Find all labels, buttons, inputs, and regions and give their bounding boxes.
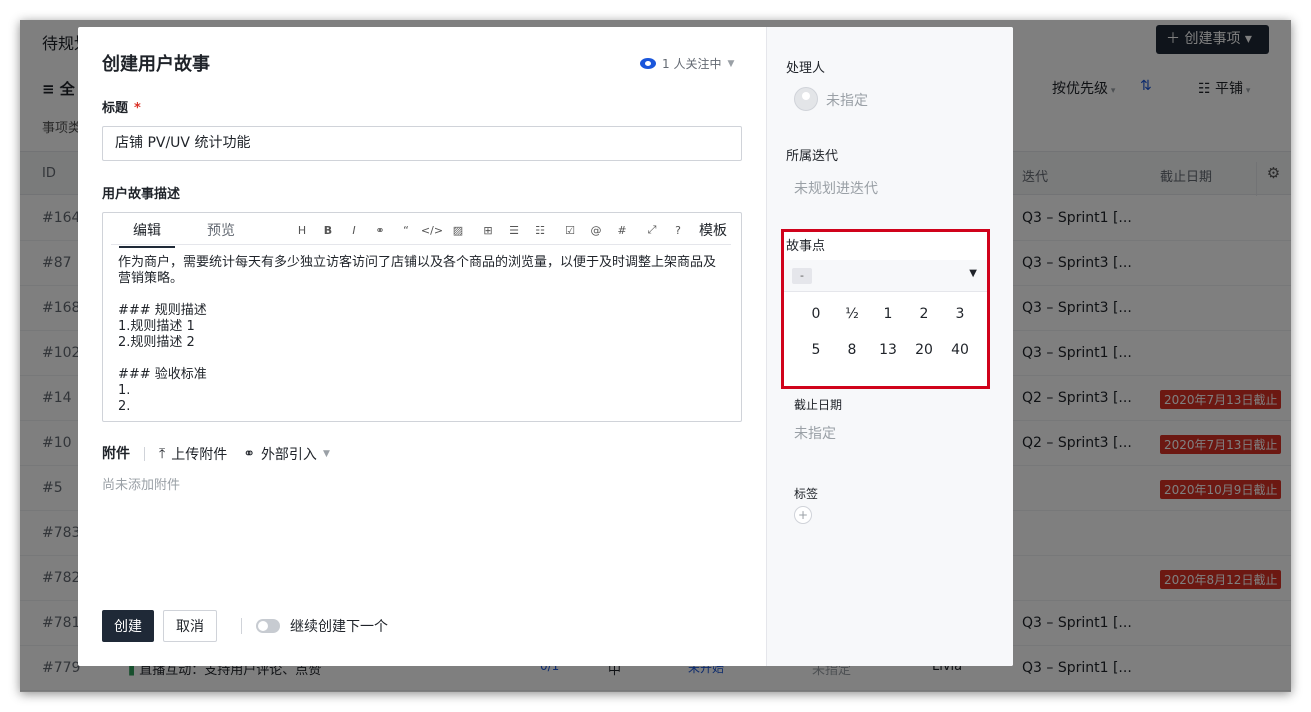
link-icon: ⚭ <box>243 446 255 462</box>
assignee-label: 处理人 <box>786 61 826 76</box>
modal-main: 创建用户故事 1 人关注中 ▼ 标题 * 店铺 PV/UV 统计功能 用户故事描述… <box>78 27 766 666</box>
editor-toolbar: H B I ⚭ “ </> ▨ ⊞ ☰ ☷ ☑ @ # ⤢ ? 模板 <box>289 221 727 239</box>
markdown-editor[interactable]: 编辑 预览 H B I ⚭ “ </> ▨ ⊞ ☰ ☷ ☑ @ # ⤢ ? 模板… <box>102 212 742 422</box>
story-point-option[interactable]: 40 <box>942 340 978 360</box>
editor-line: 1.规则描述 1 <box>118 319 195 334</box>
app-window: 待规划 ＋ 创建事项 ▾ ≡ 全 事项类 按优先级 ▾ ⇅ ☷ 平铺 ▾ ID … <box>20 20 1291 692</box>
template-button[interactable]: 模板 <box>699 220 727 240</box>
due-date-value[interactable]: 未指定 <box>794 423 836 443</box>
mention-icon[interactable]: @ <box>583 224 609 237</box>
caret-down-icon: ▼ <box>969 268 977 279</box>
watchers-dropdown[interactable]: 1 人关注中 ▼ <box>640 55 734 72</box>
story-points-label: 故事点 <box>786 239 826 254</box>
editor-line: 2.规则描述 2 <box>118 335 195 350</box>
story-point-option[interactable]: ½ <box>834 304 870 324</box>
due-date-label: 截止日期 <box>794 398 843 412</box>
story-point-option[interactable]: 5 <box>798 340 834 360</box>
bold-icon[interactable]: B <box>315 224 341 237</box>
editor-line: ### 验收标准 <box>118 367 207 382</box>
story-point-option[interactable]: 13 <box>870 340 906 360</box>
modal-title: 创建用户故事 <box>102 54 210 75</box>
editor-line: ### 规则描述 <box>118 303 207 318</box>
modal-footer: 创建 取消 继续创建下一个 <box>102 610 388 642</box>
assignee-value[interactable]: 未指定 <box>826 90 868 110</box>
bullet-list-icon[interactable]: ☷ <box>527 224 553 237</box>
editor-line: 1. <box>118 383 131 398</box>
ordered-list-icon[interactable]: ☰ <box>501 224 527 237</box>
description-label: 用户故事描述 <box>102 187 181 202</box>
table-icon[interactable]: ⊞ <box>475 224 501 237</box>
chevron-down-icon: ▼ <box>322 449 330 459</box>
story-point-option[interactable]: 3 <box>942 304 978 324</box>
story-point-option[interactable]: 2 <box>906 304 942 324</box>
continue-create-toggle[interactable] <box>256 619 280 633</box>
tab-preview[interactable]: 预览 <box>207 220 235 240</box>
upload-icon: ⤒ <box>159 446 166 462</box>
eye-icon <box>640 58 656 69</box>
editor-line: 作为商户，需要统计每天有多少独立访客访问了店铺以及各个商品的浏览量，以便于及时调… <box>118 255 717 286</box>
external-import-dropdown[interactable]: ⚭ 外部引入 ▼ <box>243 444 330 464</box>
modal-sidebar: 处理人 未指定 所属迭代 未规划进迭代 故事点 - ▼ 0 ½ 1 2 3 5 8 13 20 4… <box>766 27 1013 666</box>
title-label-text: 标题 <box>102 101 129 116</box>
chevron-down-icon: ▼ <box>727 58 735 69</box>
cancel-button[interactable]: 取消 <box>163 610 217 642</box>
editor-line: 2. <box>118 399 131 414</box>
create-button[interactable]: 创建 <box>102 610 154 642</box>
editor-content[interactable]: 作为商户，需要统计每天有多少独立访客访问了店铺以及各个商品的浏览量，以便于及时调… <box>118 255 728 415</box>
story-point-option[interactable]: 0 <box>798 304 834 324</box>
heading-icon[interactable]: H <box>289 224 315 237</box>
attachments-empty: 尚未添加附件 <box>102 478 181 493</box>
required-mark: * <box>134 101 141 116</box>
code-icon[interactable]: </> <box>419 224 445 237</box>
divider <box>241 618 242 634</box>
tags-label: 标签 <box>794 487 819 501</box>
quote-icon[interactable]: “ <box>393 224 419 237</box>
upload-attachment-button[interactable]: ⤒ 上传附件 <box>159 444 227 464</box>
help-icon[interactable]: ? <box>665 224 691 237</box>
italic-icon[interactable]: I <box>341 224 367 237</box>
task-list-icon[interactable]: ☑ <box>557 224 583 237</box>
title-label: 标题 * <box>102 97 141 116</box>
attachments-label: 附件 <box>102 447 145 461</box>
create-story-modal: 创建用户故事 1 人关注中 ▼ 标题 * 店铺 PV/UV 统计功能 用户故事描述… <box>78 27 1013 666</box>
story-points-highlight: 故事点 - ▼ 0 ½ 1 2 3 5 8 13 20 40 <box>781 229 990 389</box>
add-tag-button[interactable]: + <box>794 506 812 524</box>
watchers-count: 1 人关注中 <box>662 57 722 71</box>
link-icon[interactable]: ⚭ <box>367 224 393 237</box>
hashtag-icon[interactable]: # <box>609 224 635 237</box>
external-label: 外部引入 <box>260 447 317 463</box>
tab-edit[interactable]: 编辑 <box>119 220 175 248</box>
iteration-label: 所属迭代 <box>786 149 839 164</box>
story-points-options: 0 ½ 1 2 3 5 8 13 20 40 <box>798 304 978 360</box>
expand-icon[interactable]: ⤢ <box>639 223 665 237</box>
story-point-option[interactable]: 8 <box>834 340 870 360</box>
story-points-select[interactable]: - ▼ <box>784 260 987 292</box>
continue-create-label: 继续创建下一个 <box>290 619 388 635</box>
story-point-option[interactable]: 20 <box>906 340 942 360</box>
iteration-value[interactable]: 未规划进迭代 <box>794 178 878 198</box>
attachments-bar: 附件 ⤒ 上传附件 ⚭ 外部引入 ▼ <box>102 444 346 464</box>
avatar[interactable] <box>794 87 818 111</box>
image-icon[interactable]: ▨ <box>445 224 471 237</box>
story-point-option[interactable]: 1 <box>870 304 906 324</box>
story-points-value: - <box>792 268 812 284</box>
editor-tabs: 编辑 预览 H B I ⚭ “ </> ▨ ⊞ ☰ ☷ ☑ @ # ⤢ ? 模板 <box>111 213 731 248</box>
upload-label: 上传附件 <box>171 447 228 463</box>
title-input[interactable]: 店铺 PV/UV 统计功能 <box>102 126 742 161</box>
